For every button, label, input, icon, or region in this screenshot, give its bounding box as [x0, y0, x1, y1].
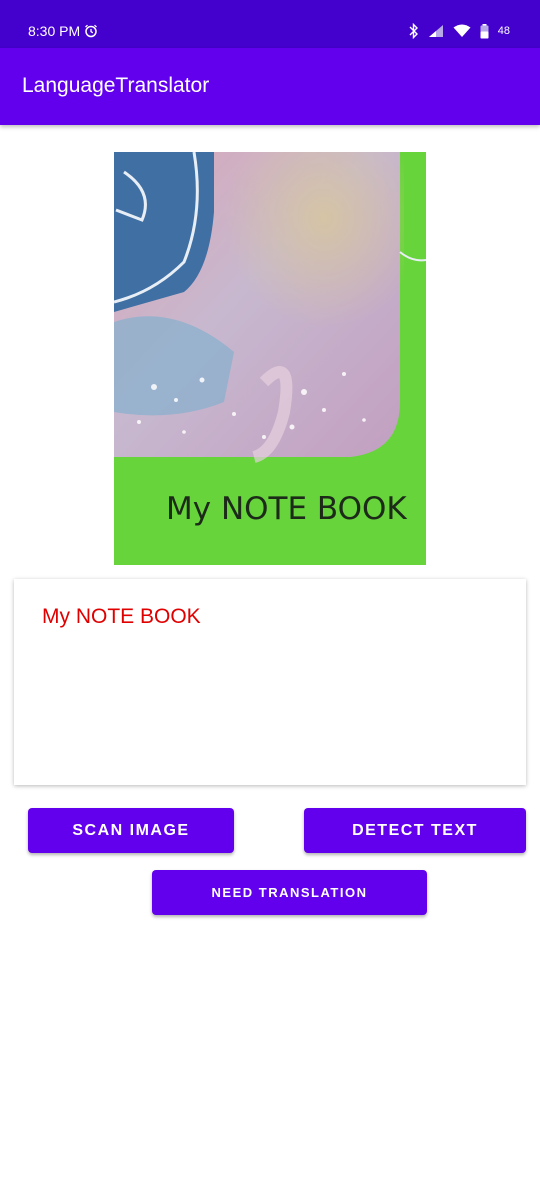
app-bar: LanguageTranslator — [0, 48, 540, 125]
detect-text-button[interactable]: DETECT TEXT — [304, 808, 526, 853]
scanned-image[interactable]: My NOTE BOOK — [114, 152, 426, 565]
status-time: 8:30 PM — [28, 23, 81, 39]
bluetooth-icon — [409, 23, 419, 39]
status-icons: 48 — [409, 21, 510, 41]
signal-icon — [428, 24, 444, 38]
detected-text-card[interactable]: My NOTE BOOK — [14, 579, 526, 785]
detected-text: My NOTE BOOK — [42, 605, 201, 628]
app-title: LanguageTranslator — [22, 74, 210, 97]
need-translation-button[interactable]: NEED TRANSLATION — [152, 870, 427, 915]
wifi-icon — [453, 24, 471, 38]
alarm-icon — [84, 24, 98, 38]
battery-level: 48 — [497, 25, 510, 37]
status-bar: 8:30 PM 48 — [0, 0, 540, 48]
battery-icon — [480, 23, 489, 39]
notebook-cover-text: My NOTE BOOK — [166, 491, 407, 527]
scan-image-button[interactable]: SCAN IMAGE — [28, 808, 234, 853]
